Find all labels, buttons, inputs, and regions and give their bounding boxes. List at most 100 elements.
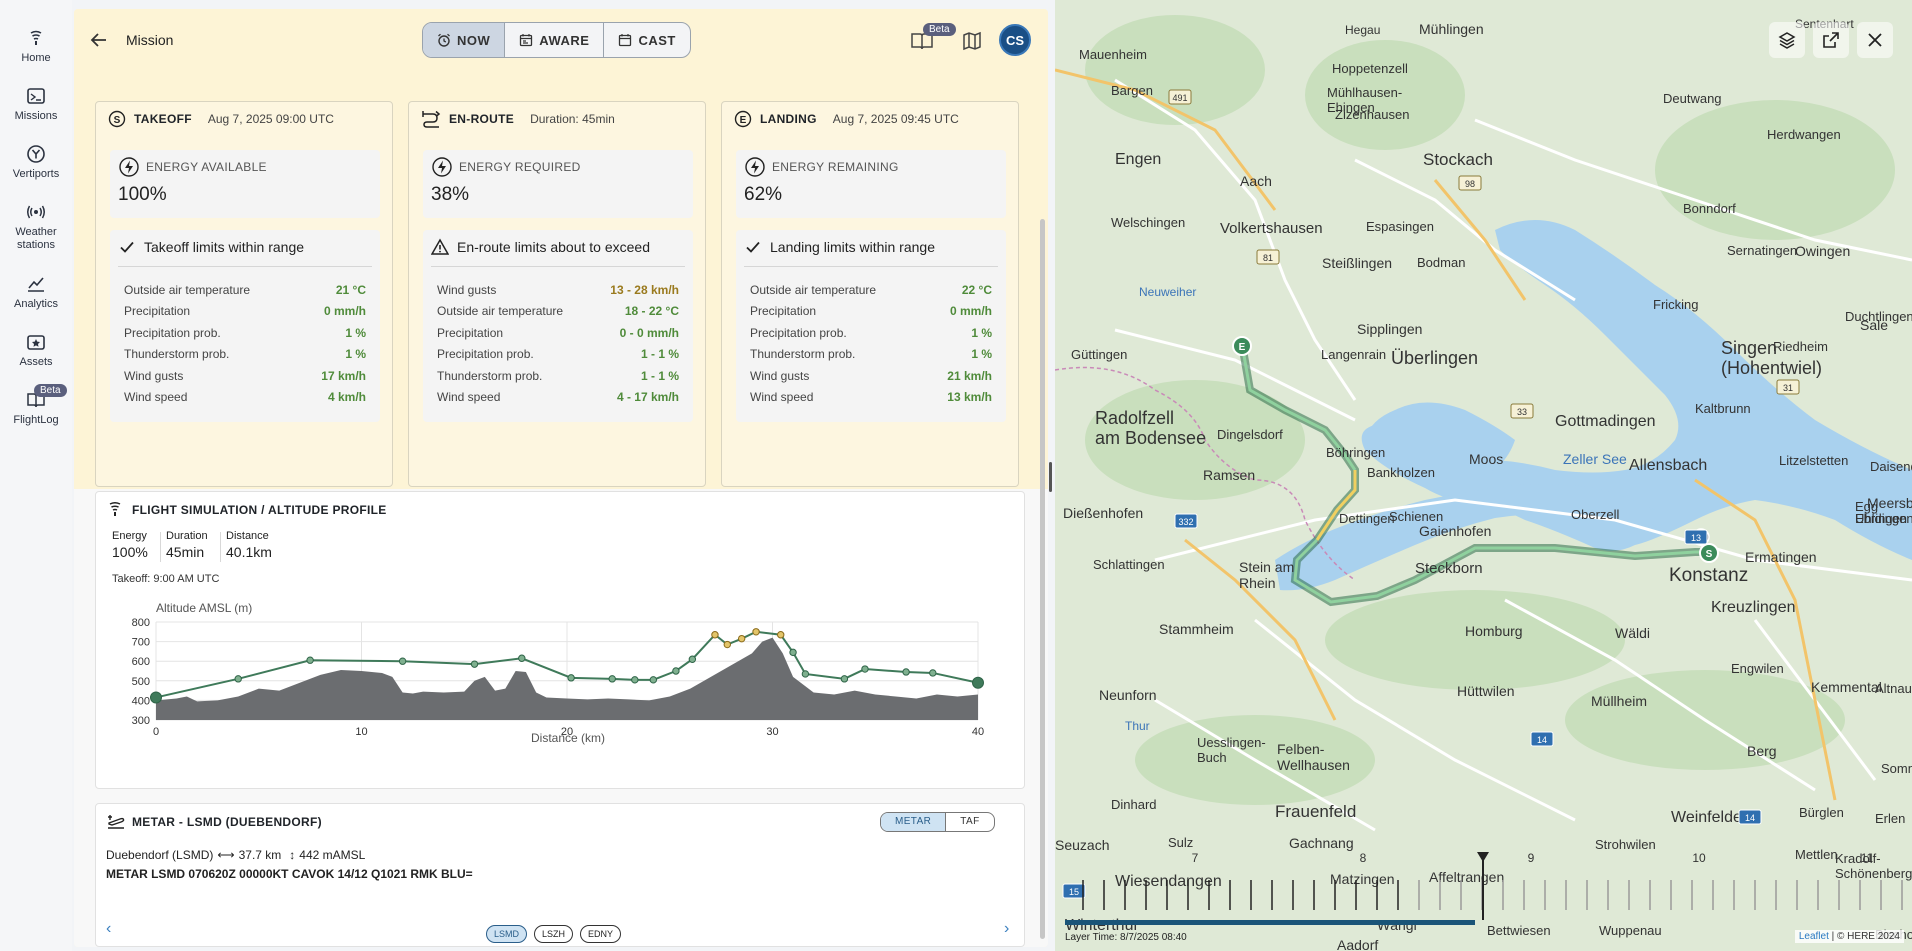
assets-icon <box>27 335 45 350</box>
altitude-data-point[interactable] <box>470 660 479 668</box>
panel-resize-handle[interactable] <box>1049 462 1052 492</box>
altitude-data-point[interactable] <box>567 674 575 682</box>
altitude-data-point[interactable] <box>737 634 746 643</box>
time-tick-label: 8 <box>1360 851 1367 865</box>
flight-simulation-panel: FLIGHT SIMULATION / ALTITUDE PROFILE Ene… <box>95 491 1025 789</box>
metar-report: METAR LSMD 070620Z 00000KT CAVOK 14/12 Q… <box>106 867 473 881</box>
road-shield-label: 14 <box>1537 735 1547 745</box>
energy-label: ENERGY REQUIRED <box>459 160 581 174</box>
tab-now[interactable]: NOW <box>423 23 506 57</box>
y-tick-label: 700 <box>132 637 150 649</box>
enroute-card: EN-ROUTE Duration: 45min ENERGY REQUIRED… <box>408 101 706 487</box>
road-shield-label: 81 <box>1263 253 1273 263</box>
map-place-label: Bettwiesen <box>1487 923 1551 938</box>
avatar[interactable]: CS <box>999 24 1031 56</box>
map-place-label: Gachnang <box>1289 835 1354 851</box>
leaflet-link[interactable]: Leaflet <box>1799 931 1829 942</box>
x-tick-label: 30 <box>766 726 778 738</box>
next-station-arrow[interactable]: › <box>1004 920 1009 938</box>
altitude-data-point[interactable] <box>723 640 731 649</box>
altitude-data-point[interactable] <box>688 655 697 663</box>
sidebar-item-label: FlightLog <box>13 414 59 426</box>
station-chip[interactable]: LSZH <box>534 925 574 943</box>
limit-key: Precipitation <box>124 304 191 318</box>
beta-badge: Beta <box>923 23 956 36</box>
map-place-label: Kemmental <box>1811 679 1882 695</box>
map-place-label: Bürglen <box>1799 805 1844 820</box>
altitude-data-point[interactable] <box>752 628 760 636</box>
tab-cast[interactable]: CAST <box>604 23 689 57</box>
energy-value: 62% <box>744 184 783 205</box>
toggle-metar[interactable]: METAR <box>881 813 947 831</box>
map-place-label: Langenrain <box>1321 347 1386 362</box>
map-place-label: Hoppetenzell <box>1332 61 1408 76</box>
altitude-data-point[interactable] <box>840 675 849 683</box>
altitude-data-point[interactable] <box>672 667 680 675</box>
route-icon <box>422 110 441 128</box>
map-place-label: Volkertshausen <box>1220 220 1323 237</box>
sidebar-item-weather-stations[interactable]: Weather stations <box>0 202 72 252</box>
altitude-data-point[interactable] <box>631 676 639 684</box>
map-place-label: Bargen <box>1111 83 1153 98</box>
altitude-data-point[interactable] <box>861 665 869 673</box>
station-chip[interactable]: EDNY <box>580 925 622 943</box>
map-place-label: Moos <box>1469 451 1503 467</box>
limit-value: 0 mm/h <box>949 304 992 318</box>
altitude-data-point[interactable] <box>711 631 719 639</box>
stat-label: Energy <box>112 530 147 542</box>
sidebar-item-assets[interactable]: Assets <box>0 332 72 369</box>
calendar-icon <box>520 34 533 47</box>
altitude-data-point[interactable] <box>518 654 526 662</box>
tab-aware[interactable]: AWARE <box>505 23 605 57</box>
map-view[interactable]: E S MühlingenSentenhartHegauMauenheimHop… <box>1055 0 1912 951</box>
card-header: S TAKEOFF Aug 7, 2025 09:00 UTC <box>108 110 334 128</box>
sidebar-item-home[interactable]: Home <box>0 28 72 65</box>
toggle-taf[interactable]: TAF <box>946 813 993 831</box>
altitude-data-point[interactable] <box>306 656 314 664</box>
takeoff-badge-icon: S <box>108 110 126 128</box>
tab-label: CAST <box>638 32 676 48</box>
road-shield-label: 33 <box>1517 407 1527 417</box>
open-external-button[interactable] <box>1813 22 1849 58</box>
altitude-data-point[interactable] <box>398 657 407 665</box>
limit-value: 13 km/h <box>947 390 992 404</box>
sidebar-item-missions[interactable]: Missions <box>0 86 72 123</box>
close-map-button[interactable] <box>1857 22 1893 58</box>
altitude-icon <box>109 502 121 516</box>
map-place-label: Ermatingen <box>1745 549 1817 565</box>
altitude-data-point[interactable] <box>789 648 797 657</box>
map-place-label: Bankholzen <box>1367 465 1435 480</box>
layers-button[interactable] <box>1769 22 1805 58</box>
limit-value: 1 - 1 % <box>640 369 679 383</box>
altitude-data-point[interactable] <box>972 676 984 689</box>
altitude-data-point[interactable] <box>777 631 785 639</box>
map-place-label: Hüttwilen <box>1457 683 1515 699</box>
altitude-data-point[interactable] <box>649 676 658 684</box>
stat-duration: Duration 45min <box>166 530 208 560</box>
altitude-data-point[interactable] <box>801 670 810 678</box>
altitude-data-point[interactable] <box>150 691 162 704</box>
check-icon <box>120 241 134 253</box>
sidebar-item-analytics[interactable]: Analytics <box>0 274 72 311</box>
energy-box: ENERGY REQUIRED 38% <box>423 150 693 218</box>
airport-departure-icon <box>108 815 125 829</box>
station-chip[interactable]: LSMD <box>486 925 528 943</box>
map-place-label: Bodman <box>1417 255 1465 270</box>
time-slider-progress[interactable] <box>1065 920 1475 925</box>
limit-row: Thunderstorm prob. 1 % <box>750 347 992 365</box>
map-icon[interactable] <box>962 31 982 51</box>
altitude-data-point[interactable] <box>929 669 937 677</box>
prev-station-arrow[interactable]: ‹ <box>106 920 111 938</box>
limit-value: 18 - 22 °C <box>624 304 679 318</box>
map-place-label: Aadorf <box>1337 937 1378 951</box>
y-tick-label: 800 <box>132 617 150 629</box>
sidebar-item-vertiports[interactable]: Vertiports <box>0 144 72 181</box>
altitude-data-point[interactable] <box>608 675 616 683</box>
limit-value: 1 % <box>345 326 366 340</box>
vertical-scrollbar[interactable] <box>1040 219 1045 939</box>
page-title: Mission <box>126 32 174 48</box>
back-arrow-icon[interactable] <box>90 31 108 49</box>
altitude-data-point[interactable] <box>234 675 242 683</box>
map-place-label: Konstanz <box>1669 565 1748 586</box>
altitude-data-point[interactable] <box>902 668 910 676</box>
